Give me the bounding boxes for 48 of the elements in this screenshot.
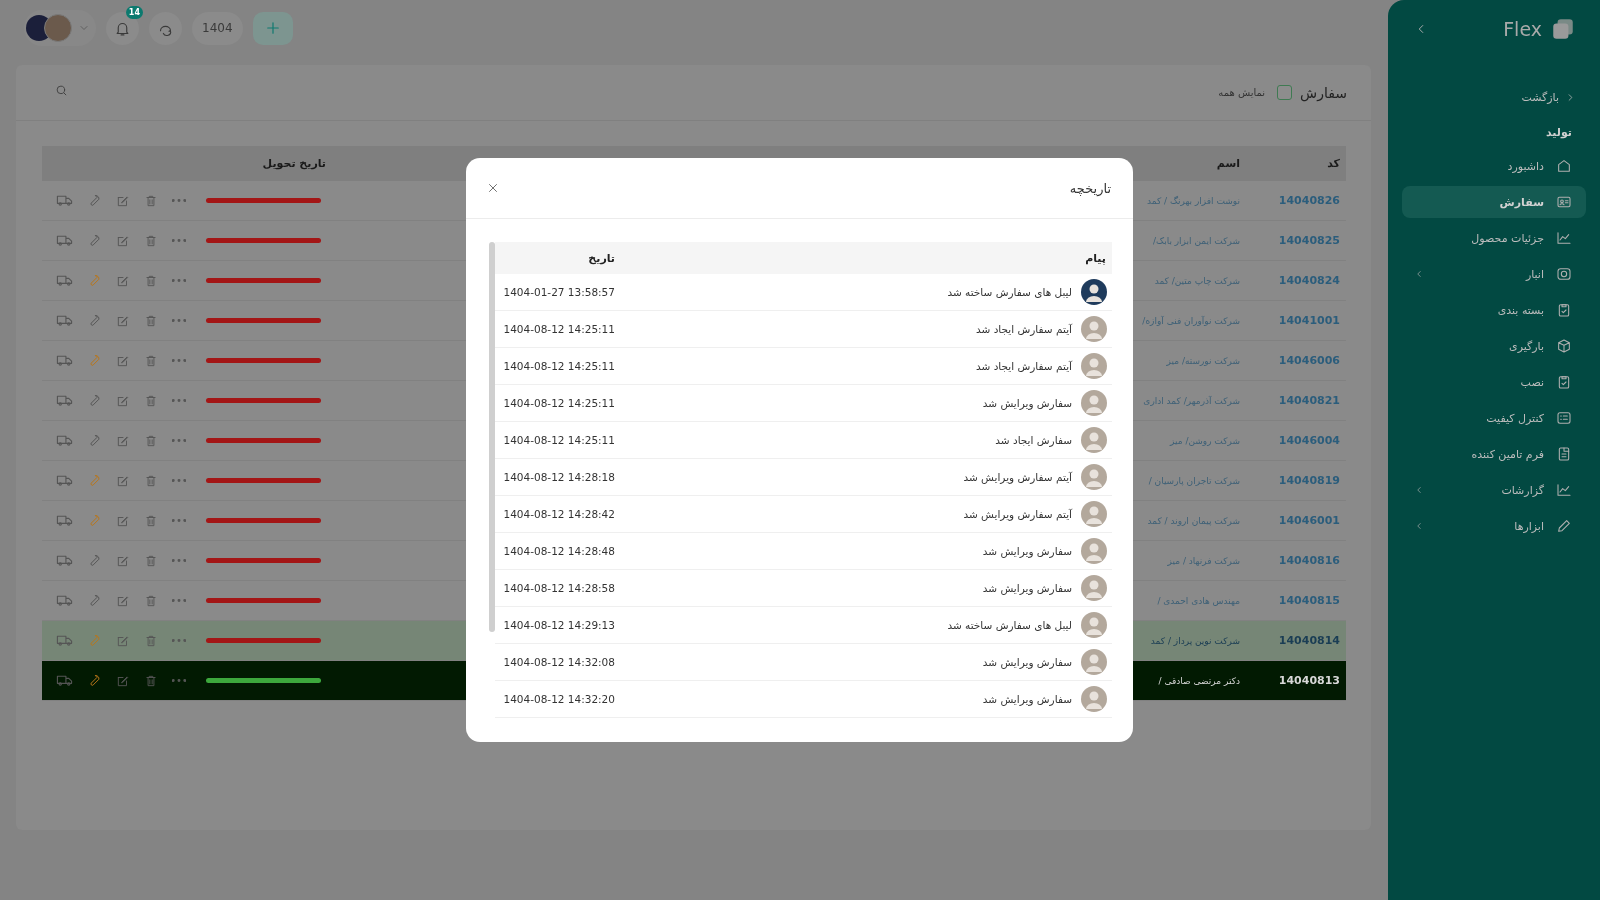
history-date: 1404-01-27 13:58:57 <box>502 286 616 298</box>
customer-name: نوشت افزار بهرنگ / کمد <box>1147 195 1240 206</box>
column-header: اسم <box>1215 157 1241 170</box>
history-date: 1404-08-12 14:25:11 <box>502 397 616 409</box>
app-logo: Flex <box>1503 18 1542 40</box>
history-message: سفارش ویرایش شد <box>982 656 1072 668</box>
column-header: تاریخ تحویل <box>261 157 327 170</box>
history-message: آیتم سفارش ایجاد شد <box>976 323 1072 335</box>
customer-name: شرکت چاپ متین/ کمد <box>1154 275 1240 286</box>
column-header: تاریخ <box>587 251 616 265</box>
history-message: لیبل های سفارش ساخته شد <box>947 286 1072 298</box>
history-date: 1404-08-12 14:25:11 <box>502 434 616 446</box>
customer-name: شرکت فرنهاد / میز <box>1167 555 1240 566</box>
history-date: 1404-08-12 14:32:20 <box>502 693 616 705</box>
customer-name: شرکت نوآوران فنی آوازه/ <box>1142 315 1240 326</box>
dialog-title: تاریخچه <box>1069 180 1111 196</box>
history-message: آیتم سفارش ویرایش شد <box>963 471 1072 483</box>
customer-name: شرکت روشن/ میز <box>1170 435 1240 446</box>
show-all-label: نمایش همه <box>1218 87 1266 98</box>
history-message: آیتم سفارش ویرایش شد <box>963 508 1072 520</box>
page-title: سفارش <box>1300 84 1347 101</box>
customer-name: شرکت پیمان اروند / کمد <box>1147 515 1240 526</box>
history-message: سفارش ویرایش شد <box>982 545 1072 557</box>
history-message: آیتم سفارش ایجاد شد <box>976 360 1072 372</box>
history-message: سفارش ویرایش شد <box>982 582 1072 594</box>
history-message: سفارش ویرایش شد <box>982 397 1072 409</box>
history-date: 1404-08-12 14:28:18 <box>502 471 616 483</box>
history-date: 1404-08-12 14:28:42 <box>502 508 616 520</box>
history-date: 1404-08-12 14:32:08 <box>502 656 616 668</box>
history-date: 1404-08-12 14:25:11 <box>502 323 616 335</box>
history-date: 1404-08-12 14:25:11 <box>502 360 616 372</box>
history-date: 1404-08-12 14:28:58 <box>502 582 616 594</box>
customer-name: شرکت ایمن ابزار بابک/ <box>1153 235 1240 246</box>
customer-name: شرکت نورسته/ میز <box>1166 355 1240 366</box>
history-message: سفارش ایجاد شد <box>995 434 1072 446</box>
history-date: 1404-08-12 14:28:48 <box>502 545 616 557</box>
customer-name: شرکت آذرمهر/ کمد اداری <box>1143 395 1240 406</box>
notification-count: 14 <box>125 5 143 19</box>
customer-name: شرکت نوین پرداز / کمد <box>1150 635 1240 646</box>
history-message: لیبل های سفارش ساخته شد <box>947 619 1072 631</box>
customer-name: شرکت تاجران پارسیان / <box>1148 475 1240 486</box>
customer-name: مهندس هادی احمدی / <box>1157 595 1240 606</box>
column-header: پیام <box>1084 251 1107 265</box>
column-header: کد <box>1326 157 1341 170</box>
history-message: سفارش ویرایش شد <box>982 693 1072 705</box>
history-date: 1404-08-12 14:29:13 <box>502 619 616 631</box>
customer-name: دکتر مرتضی صادقی / <box>1158 675 1240 686</box>
section-heading: تولید <box>1545 124 1573 141</box>
